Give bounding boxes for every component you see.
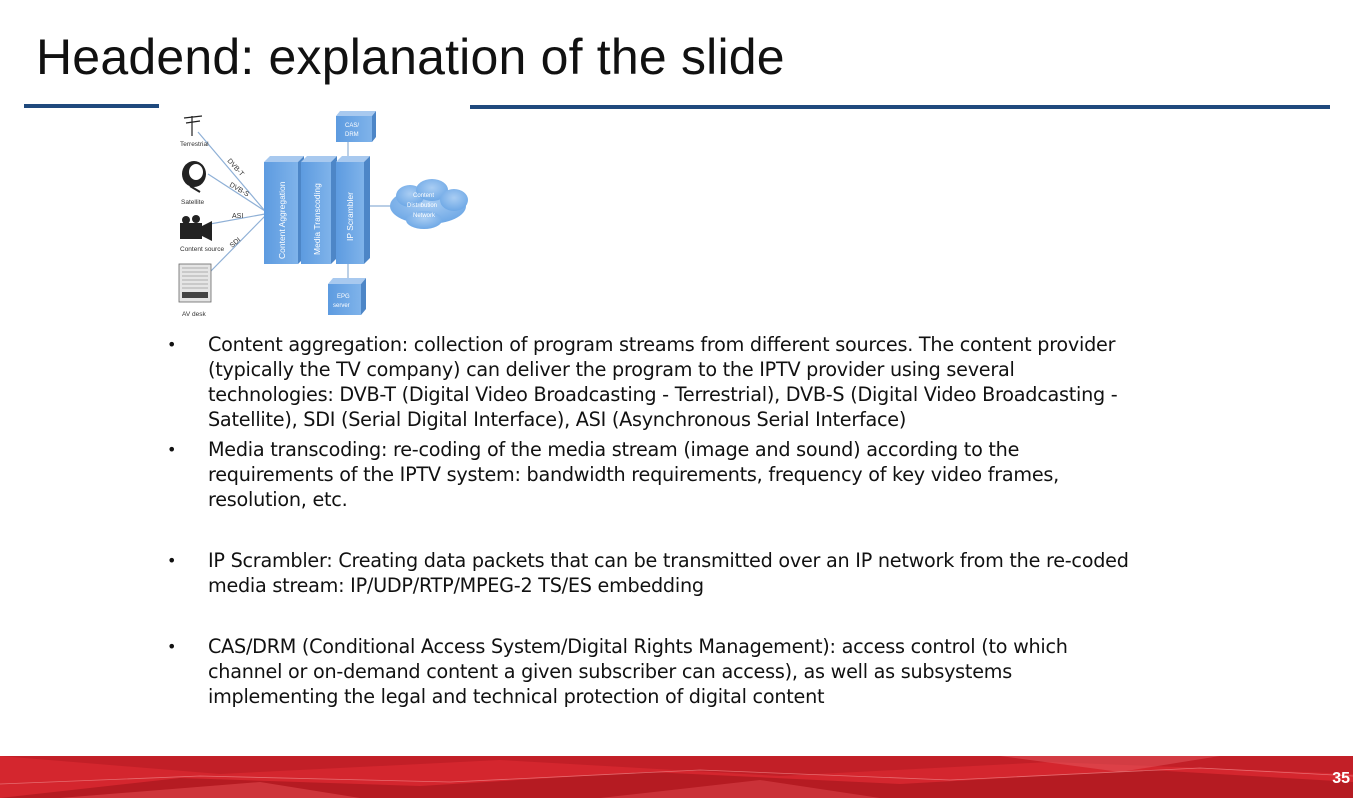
bullet-marker: • [167, 335, 177, 354]
epg-label-1: EPG [337, 294, 350, 300]
bullet-line: (typically the TV company) can deliver t… [208, 358, 1015, 381]
bullet-content-aggregation: • Content aggregation: collection of pro… [163, 332, 1133, 432]
source-label-content-source: Content source [180, 246, 224, 253]
cas-drm-label-1: CAS/ [345, 123, 359, 129]
bullet-line: implementing the legal and technical pro… [208, 685, 825, 708]
av-desk-icon [178, 263, 212, 303]
cdn-label-3: Network [413, 213, 436, 219]
link-label-dvbs: DVB-S [228, 182, 250, 199]
source-label-terrestrial: Terrestrial [180, 141, 209, 148]
source-label-av-desk: AV desk [182, 311, 206, 318]
link-label-sdi: SDI [229, 237, 242, 250]
cdn-label-1: Content [413, 193, 434, 199]
satellite-dish-icon [182, 161, 206, 193]
bullet-marker: • [167, 440, 177, 459]
link-label-asi: ASI [232, 213, 243, 220]
bullet-list: • Content aggregation: collection of pro… [163, 332, 1133, 709]
title-underline-left [24, 104, 159, 108]
bullet-line: Content aggregation: collection of progr… [208, 333, 1116, 356]
bullet-marker: • [167, 551, 177, 570]
video-camera-icon [180, 215, 212, 241]
block-content-aggregation: Content Aggregation [264, 156, 304, 264]
block-label-ip-scrambler: IP Scrambler [345, 192, 355, 241]
slide-title: Headend: explanation of the slide [36, 29, 785, 85]
cas-drm-box: CAS/ DRM [336, 111, 376, 142]
footer-banner [0, 756, 1353, 798]
bullet-cas-drm: • CAS/DRM (Conditional Access System/Dig… [163, 634, 1133, 709]
epg-server-box: EPG server [328, 278, 366, 315]
bullet-line: Media transcoding: re-coding of the medi… [208, 438, 1020, 461]
source-label-satellite: Satellite [181, 199, 205, 206]
block-label-media-transcoding: Media Transcoding [312, 183, 322, 255]
bullet-line: channel or on-demand content a given sub… [208, 660, 1012, 683]
bullet-line: technologies: DVB-T (Digital Video Broad… [208, 383, 1118, 406]
block-label-content-aggregation: Content Aggregation [277, 181, 287, 259]
bullet-marker: • [167, 637, 177, 656]
bullet-line: media stream: IP/UDP/RTP/MPEG-2 TS/ES em… [208, 574, 704, 597]
bullet-line: requirements of the IPTV system: bandwid… [208, 463, 1059, 486]
headend-diagram: DVB-T DVB-S ASI SDI Terrestrial Satellit… [178, 111, 468, 318]
epg-label-2: server [333, 303, 350, 309]
bullet-ip-scrambler: • IP Scrambler: Creating data packets th… [163, 548, 1133, 598]
bullet-media-transcoding: • Media transcoding: re-coding of the me… [163, 437, 1133, 512]
page-number: 35 [1332, 770, 1350, 787]
bullet-line: IP Scrambler: Creating data packets that… [208, 549, 1129, 572]
bullet-line: Satellite), SDI (Serial Digital Interfac… [208, 408, 907, 431]
block-ip-scrambler: IP Scrambler [336, 156, 370, 264]
cas-drm-label-2: DRM [345, 132, 359, 138]
cdn-label-2: Distribution [407, 203, 437, 209]
bullet-line: resolution, etc. [208, 488, 348, 511]
block-media-transcoding: Media Transcoding [301, 156, 337, 264]
bullet-line: CAS/DRM (Conditional Access System/Digit… [208, 635, 1068, 658]
title-underline-right [470, 105, 1330, 109]
